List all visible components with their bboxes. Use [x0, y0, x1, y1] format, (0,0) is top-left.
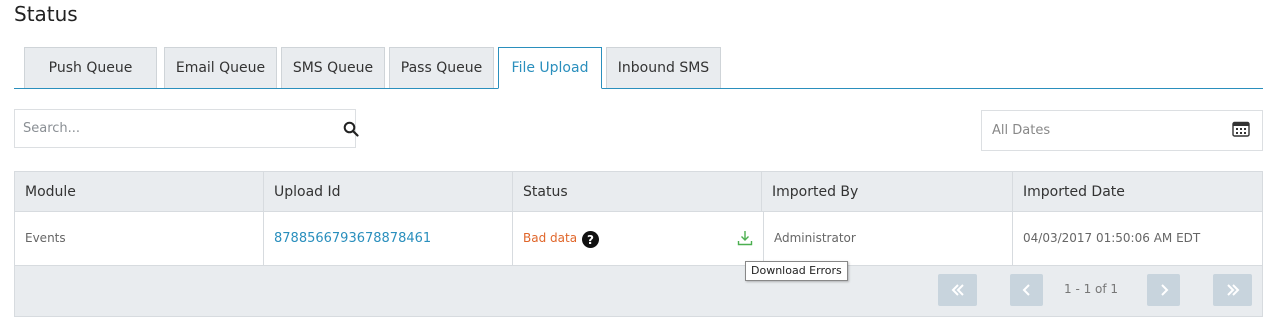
tab-pass-queue[interactable]: Pass Queue	[389, 47, 494, 88]
status-text: Bad data	[523, 231, 578, 245]
next-page-button[interactable]	[1147, 274, 1180, 306]
previous-page-button[interactable]	[1010, 274, 1043, 306]
download-icon[interactable]	[737, 230, 753, 246]
search-box	[14, 109, 359, 148]
search-icon[interactable]	[343, 121, 359, 137]
column-header-upload-id[interactable]: Upload Id	[264, 172, 513, 212]
download-errors-tooltip: Download Errors	[745, 261, 848, 281]
first-page-button[interactable]	[938, 274, 977, 306]
cell-status: Bad data ?	[513, 212, 764, 265]
double-chevron-right-icon	[1226, 284, 1239, 296]
svg-text:?: ?	[587, 233, 594, 247]
cell-module: Events	[15, 212, 264, 265]
column-header-imported-by[interactable]: Imported By	[762, 172, 1013, 212]
tab-email-queue[interactable]: Email Queue	[164, 47, 277, 88]
cell-imported-date: 04/03/2017 01:50:06 AM EDT	[1023, 231, 1201, 245]
date-filter[interactable]: All Dates	[981, 110, 1263, 151]
pagination-info: 1 - 1 of 1	[1064, 282, 1119, 296]
calendar-icon[interactable]	[1232, 121, 1250, 137]
search-input[interactable]	[15, 110, 315, 147]
table-row: Events 8788566793678878461 Bad data ? Ad…	[15, 212, 1262, 266]
date-filter-value: All Dates	[992, 123, 1051, 138]
tab-sms-queue[interactable]: SMS Queue	[281, 47, 385, 88]
chevron-right-icon	[1160, 284, 1168, 296]
page-title: Status	[14, 2, 78, 26]
column-header-module[interactable]: Module	[15, 172, 264, 212]
double-chevron-left-icon	[951, 284, 964, 296]
column-header-imported-date[interactable]: Imported Date	[1013, 172, 1262, 212]
tab-bar: Push Queue Email Queue SMS Queue Pass Qu…	[14, 47, 1263, 89]
tab-file-upload[interactable]: File Upload	[498, 47, 602, 89]
table-header: Module Upload Id Status Imported By Impo…	[15, 172, 1262, 212]
tab-push-queue[interactable]: Push Queue	[24, 47, 157, 88]
chevron-left-icon	[1022, 284, 1030, 296]
column-header-status[interactable]: Status	[513, 172, 762, 212]
last-page-button[interactable]	[1213, 274, 1252, 306]
cell-imported-by: Administrator	[764, 212, 1013, 265]
cell-upload-id-link[interactable]: 8788566793678878461	[264, 212, 513, 265]
help-icon[interactable]: ?	[582, 231, 599, 248]
tab-inbound-sms[interactable]: Inbound SMS	[606, 47, 721, 88]
